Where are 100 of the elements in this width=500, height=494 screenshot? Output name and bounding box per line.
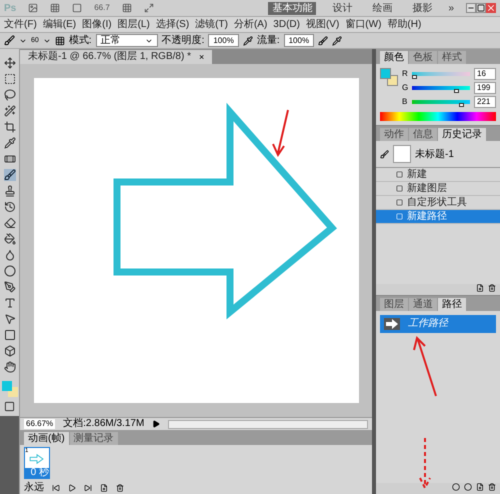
document-size: 文档:2.86M/3.17M [63,419,144,429]
pipette-icon[interactable] [4,137,16,149]
frame-thumbnail-icon [28,453,46,465]
first-frame-icon[interactable] [52,484,60,492]
panel-tab[interactable]: 图层 [380,298,408,311]
snapshot-thumbnail[interactable] [393,145,411,163]
trash-icon[interactable] [116,484,124,492]
droplet-icon[interactable] [4,249,16,261]
color-swatches[interactable] [2,381,18,397]
paint-bucket-icon[interactable] [4,233,16,245]
menu-item[interactable]: 3D(D) [273,17,300,32]
move-icon[interactable] [4,57,16,69]
panel-tab[interactable]: 测量记录 [70,432,118,445]
foreground-swatch[interactable] [380,68,391,79]
new-frame-icon[interactable] [100,484,108,492]
pointer-icon[interactable] [4,313,16,325]
workspace-button[interactable]: 设计 [328,2,356,14]
panel-tab[interactable]: 动作 [380,128,408,141]
trash-icon[interactable] [488,284,496,292]
panel-tab[interactable]: 信息 [409,128,437,141]
annotation-arrow [270,108,292,158]
color-slider[interactable] [412,100,470,104]
status-menu-icon[interactable] [152,420,160,428]
panel-tab[interactable]: 色板 [409,51,437,64]
flow-label: 流量: [256,34,280,48]
stamp-icon[interactable] [4,185,16,197]
opacity-label: 不透明度: [162,34,204,48]
menu-item[interactable]: 帮助(H) [387,17,422,32]
menu-item[interactable]: 选择(S) [156,17,190,32]
history-item[interactable]: 新建路径 [376,210,500,224]
horizontal-scrollbar[interactable] [168,420,368,428]
panel-tab[interactable]: 路径 [438,298,466,311]
path-thumbnail-icon [384,318,400,330]
close-icon[interactable] [486,3,496,13]
close-tab-button[interactable]: × [198,52,204,62]
loop-dropdown[interactable]: 永远 [24,482,44,492]
slider-thumb[interactable] [459,103,464,107]
brush-panel-icon[interactable] [54,36,65,46]
bandage-icon[interactable] [4,153,16,165]
new-document-icon[interactable] [476,284,484,292]
workspace-button[interactable]: 基本功能 [268,2,316,14]
menu-item[interactable]: 图像(I) [82,17,112,32]
square-icon[interactable] [4,329,16,341]
slider-thumb[interactable] [412,75,418,79]
channel-value[interactable]: 16 [474,68,496,80]
channel-label: R [402,68,408,80]
marquee-icon[interactable] [4,73,16,85]
slider-thumb[interactable] [454,89,460,93]
menu-item[interactable]: 视图(V) [306,17,340,32]
channel-value[interactable]: 221 [474,96,496,108]
play-icon[interactable] [68,484,76,492]
quick-mask-icon[interactable] [4,401,15,412]
menu-item[interactable]: 编辑(E) [42,17,76,32]
brush-icon[interactable] [4,169,16,181]
lasso-icon[interactable] [4,89,16,101]
menu-item[interactable]: 窗口(W) [345,17,382,32]
menu-item[interactable]: 文件(F) [4,17,37,32]
panel-tab[interactable]: 动画(帧) [24,432,69,445]
color-slider[interactable] [412,72,470,76]
wand-icon[interactable] [4,105,16,117]
panel-tab[interactable]: 样式 [438,51,466,64]
crop-icon[interactable] [4,121,16,133]
workspace-button[interactable]: 绘画 [368,2,396,14]
snapshot-name[interactable]: 未标题-1 [415,146,454,162]
next-frame-icon[interactable] [84,484,92,492]
path-item[interactable]: 工作路径 [380,315,496,333]
workspace-button[interactable]: 摄影 [408,2,436,14]
new-path-icon[interactable] [476,483,484,491]
document-tab[interactable]: 未标题-1 @ 66.7% (图层 1, RGB/8) * × [20,50,212,64]
app-logo: Ps [4,2,16,16]
zoom-field[interactable]: 66.67% [24,419,56,429]
zoom-level[interactable]: 66.7 [94,2,110,14]
maximize-icon[interactable] [476,3,486,13]
pen-icon[interactable] [4,281,16,293]
channel-value[interactable]: 199 [474,82,496,94]
mode-dropdown[interactable]: 正常 [96,34,158,47]
history-item[interactable]: 新建 [376,168,500,182]
trash-icon[interactable] [488,483,496,491]
menu-item[interactable]: 图层(L) [118,17,150,32]
hand-icon[interactable] [4,361,16,373]
opacity-field[interactable]: 100% [208,34,239,47]
screen-mode-icon[interactable] [144,3,154,13]
panel-tab[interactable]: 历史记录 [438,128,486,141]
more-workspaces[interactable]: » [448,0,454,16]
history-brush-icon[interactable] [4,201,16,213]
panel-tab[interactable]: 颜色 [380,51,408,64]
circle-icon[interactable] [4,265,16,277]
color-spectrum[interactable] [380,112,496,121]
history-item[interactable]: 新建图层 [376,182,500,196]
panel-tab[interactable]: 通道 [409,298,437,311]
menu-item[interactable]: 滤镜(T) [195,17,228,32]
annotation-arrow [418,436,432,490]
type-icon[interactable] [4,297,16,309]
minimize-icon[interactable] [466,3,476,13]
flow-field[interactable]: 100% [284,34,314,47]
eraser-icon[interactable] [4,217,16,229]
color-slider[interactable] [412,86,470,90]
brush-icon[interactable] [4,35,15,46]
menu-item[interactable]: 分析(A) [234,17,268,32]
cube-icon[interactable] [4,345,16,357]
